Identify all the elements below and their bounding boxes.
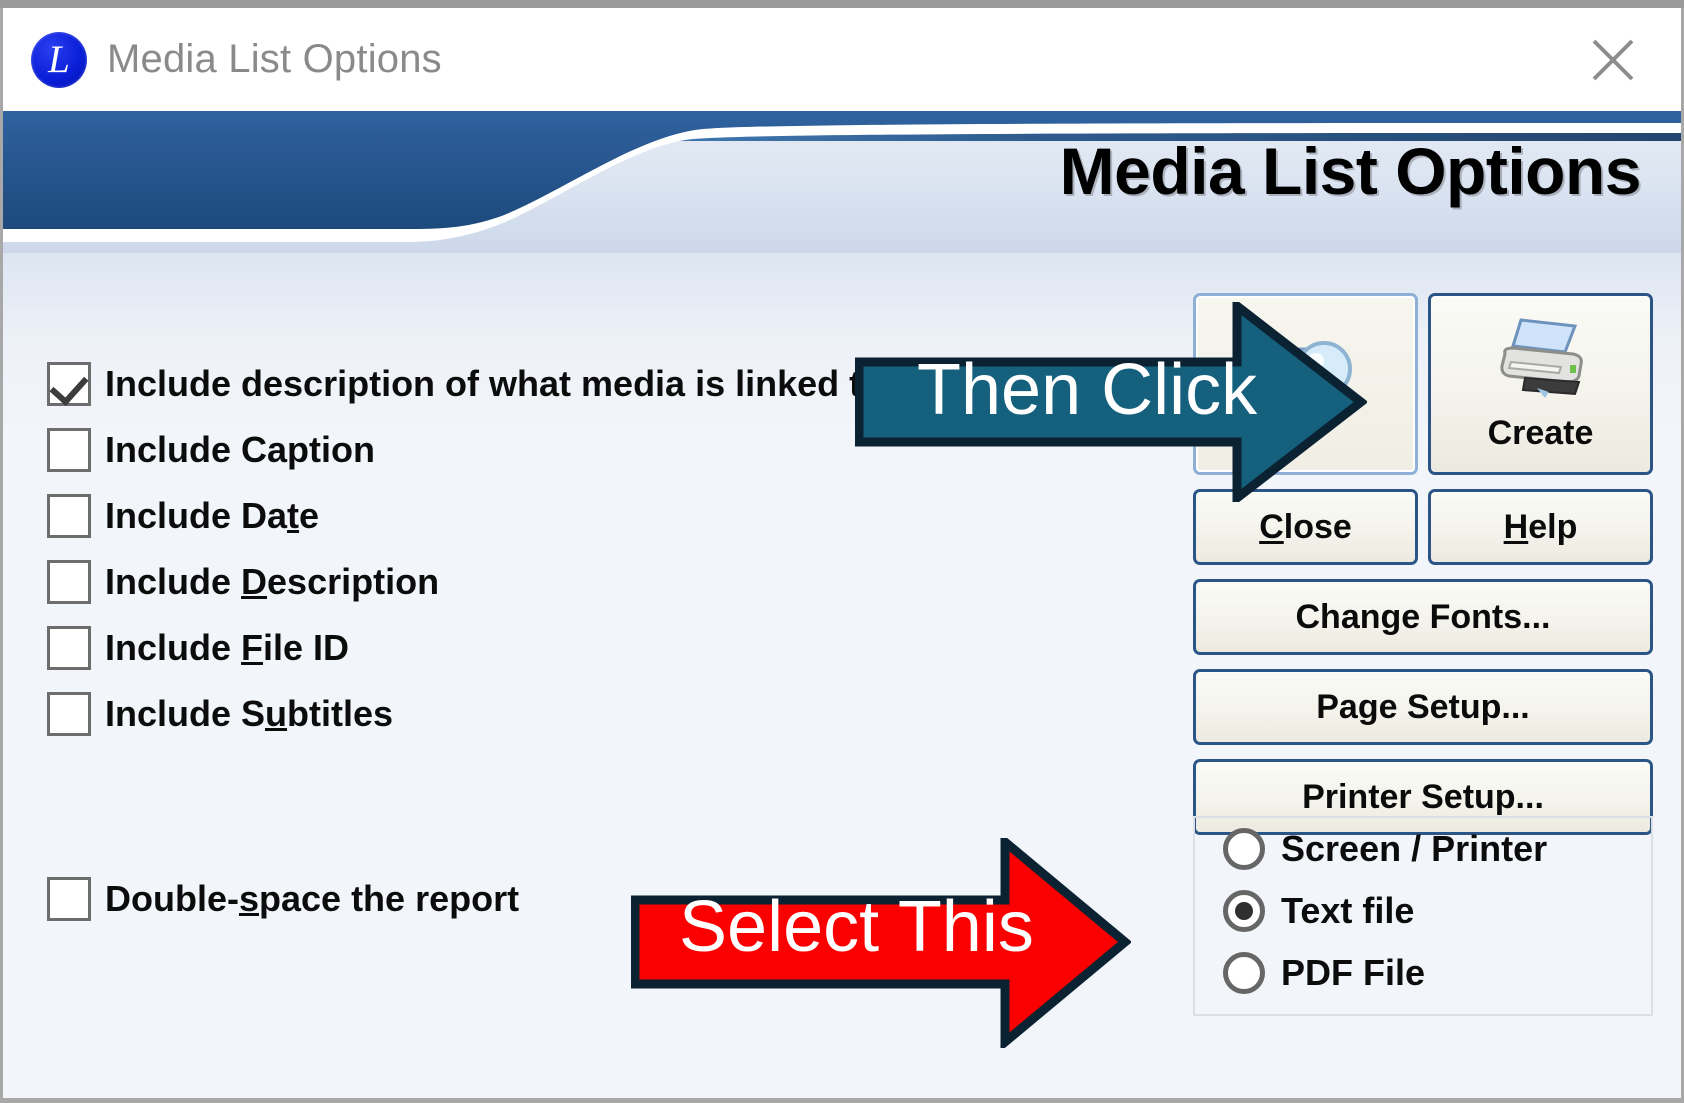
help-button-label: Help — [1503, 507, 1578, 546]
checkbox-box[interactable] — [47, 877, 91, 921]
radio-text-file[interactable]: Text file — [1223, 880, 1651, 942]
checkbox-include-media-description[interactable]: Include description of what media is lin… — [47, 351, 883, 417]
page-setup-button[interactable]: Page Setup... — [1193, 669, 1653, 745]
checkbox-label: Include File ID — [105, 627, 350, 668]
radio-label: Text file — [1281, 890, 1415, 931]
help-button[interactable]: Help — [1428, 489, 1653, 565]
checkbox-box[interactable] — [47, 428, 91, 472]
radio-pdf-file[interactable]: PDF File — [1223, 942, 1651, 1004]
media-list-options-dialog: L Media List Options Media List Options … — [0, 8, 1684, 1103]
checkbox-double-space-row[interactable]: Double-space the report — [47, 866, 519, 932]
printer-setup-button-label: Printer Setup... — [1302, 777, 1544, 816]
annotation-then-click-text: Then Click — [917, 350, 1258, 430]
include-options-group: Include description of what media is lin… — [47, 351, 883, 747]
annotation-arrow-select-this: Select This — [631, 838, 1131, 1048]
annotation-select-this-text: Select This — [679, 887, 1034, 967]
radio-screen-printer[interactable]: Screen / Printer — [1223, 818, 1651, 880]
checkbox-label: Include Subtitles — [105, 693, 394, 734]
printer-icon — [1487, 316, 1595, 412]
checkbox-label: Double-space the report — [105, 878, 520, 919]
app-logo-letter: L — [48, 38, 70, 81]
output-destination-group: Screen / Printer Text file PDF File — [1193, 816, 1653, 1016]
radio-circle[interactable] — [1223, 890, 1265, 932]
checkbox-double-space[interactable]: Double-space the report — [47, 866, 519, 932]
app-logo-icon: L — [31, 31, 87, 88]
change-fonts-button-label: Change Fonts... — [1295, 597, 1551, 636]
checkbox-box[interactable] — [47, 362, 91, 406]
page-setup-button-label: Page Setup... — [1316, 687, 1530, 726]
annotation-arrow-then-click: Then Click — [855, 302, 1367, 502]
radio-circle[interactable] — [1223, 828, 1265, 870]
banner: Media List Options — [3, 111, 1681, 253]
checkbox-include-caption[interactable]: Include Caption — [47, 417, 883, 483]
create-button-label: Create — [1487, 413, 1594, 452]
checkbox-label: Include description of what media is lin… — [105, 363, 884, 404]
close-button-label: Close — [1259, 507, 1352, 546]
close-icon[interactable] — [1585, 36, 1641, 84]
checkbox-include-subtitles[interactable]: Include Subtitles — [47, 681, 883, 747]
window-title: Media List Options — [107, 37, 442, 81]
checkbox-box[interactable] — [47, 560, 91, 604]
title-bar: L Media List Options — [3, 8, 1681, 111]
checkbox-box[interactable] — [47, 692, 91, 736]
checkbox-box[interactable] — [47, 494, 91, 538]
create-button[interactable]: Create — [1428, 293, 1653, 475]
checkbox-label: Include Description — [105, 561, 440, 602]
radio-label: Screen / Printer — [1281, 828, 1548, 869]
checkbox-include-date[interactable]: Include Date — [47, 483, 883, 549]
banner-heading: Media List Options — [1059, 134, 1642, 208]
checkbox-box[interactable] — [47, 626, 91, 670]
checkbox-include-description[interactable]: Include Description — [47, 549, 883, 615]
change-fonts-button[interactable]: Change Fonts... — [1193, 579, 1653, 655]
radio-circle[interactable] — [1223, 952, 1265, 994]
checkbox-label: Include Caption — [105, 429, 375, 470]
checkbox-include-file-id[interactable]: Include File ID — [47, 615, 883, 681]
radio-label: PDF File — [1281, 952, 1426, 993]
checkbox-label: Include Date — [105, 495, 320, 536]
